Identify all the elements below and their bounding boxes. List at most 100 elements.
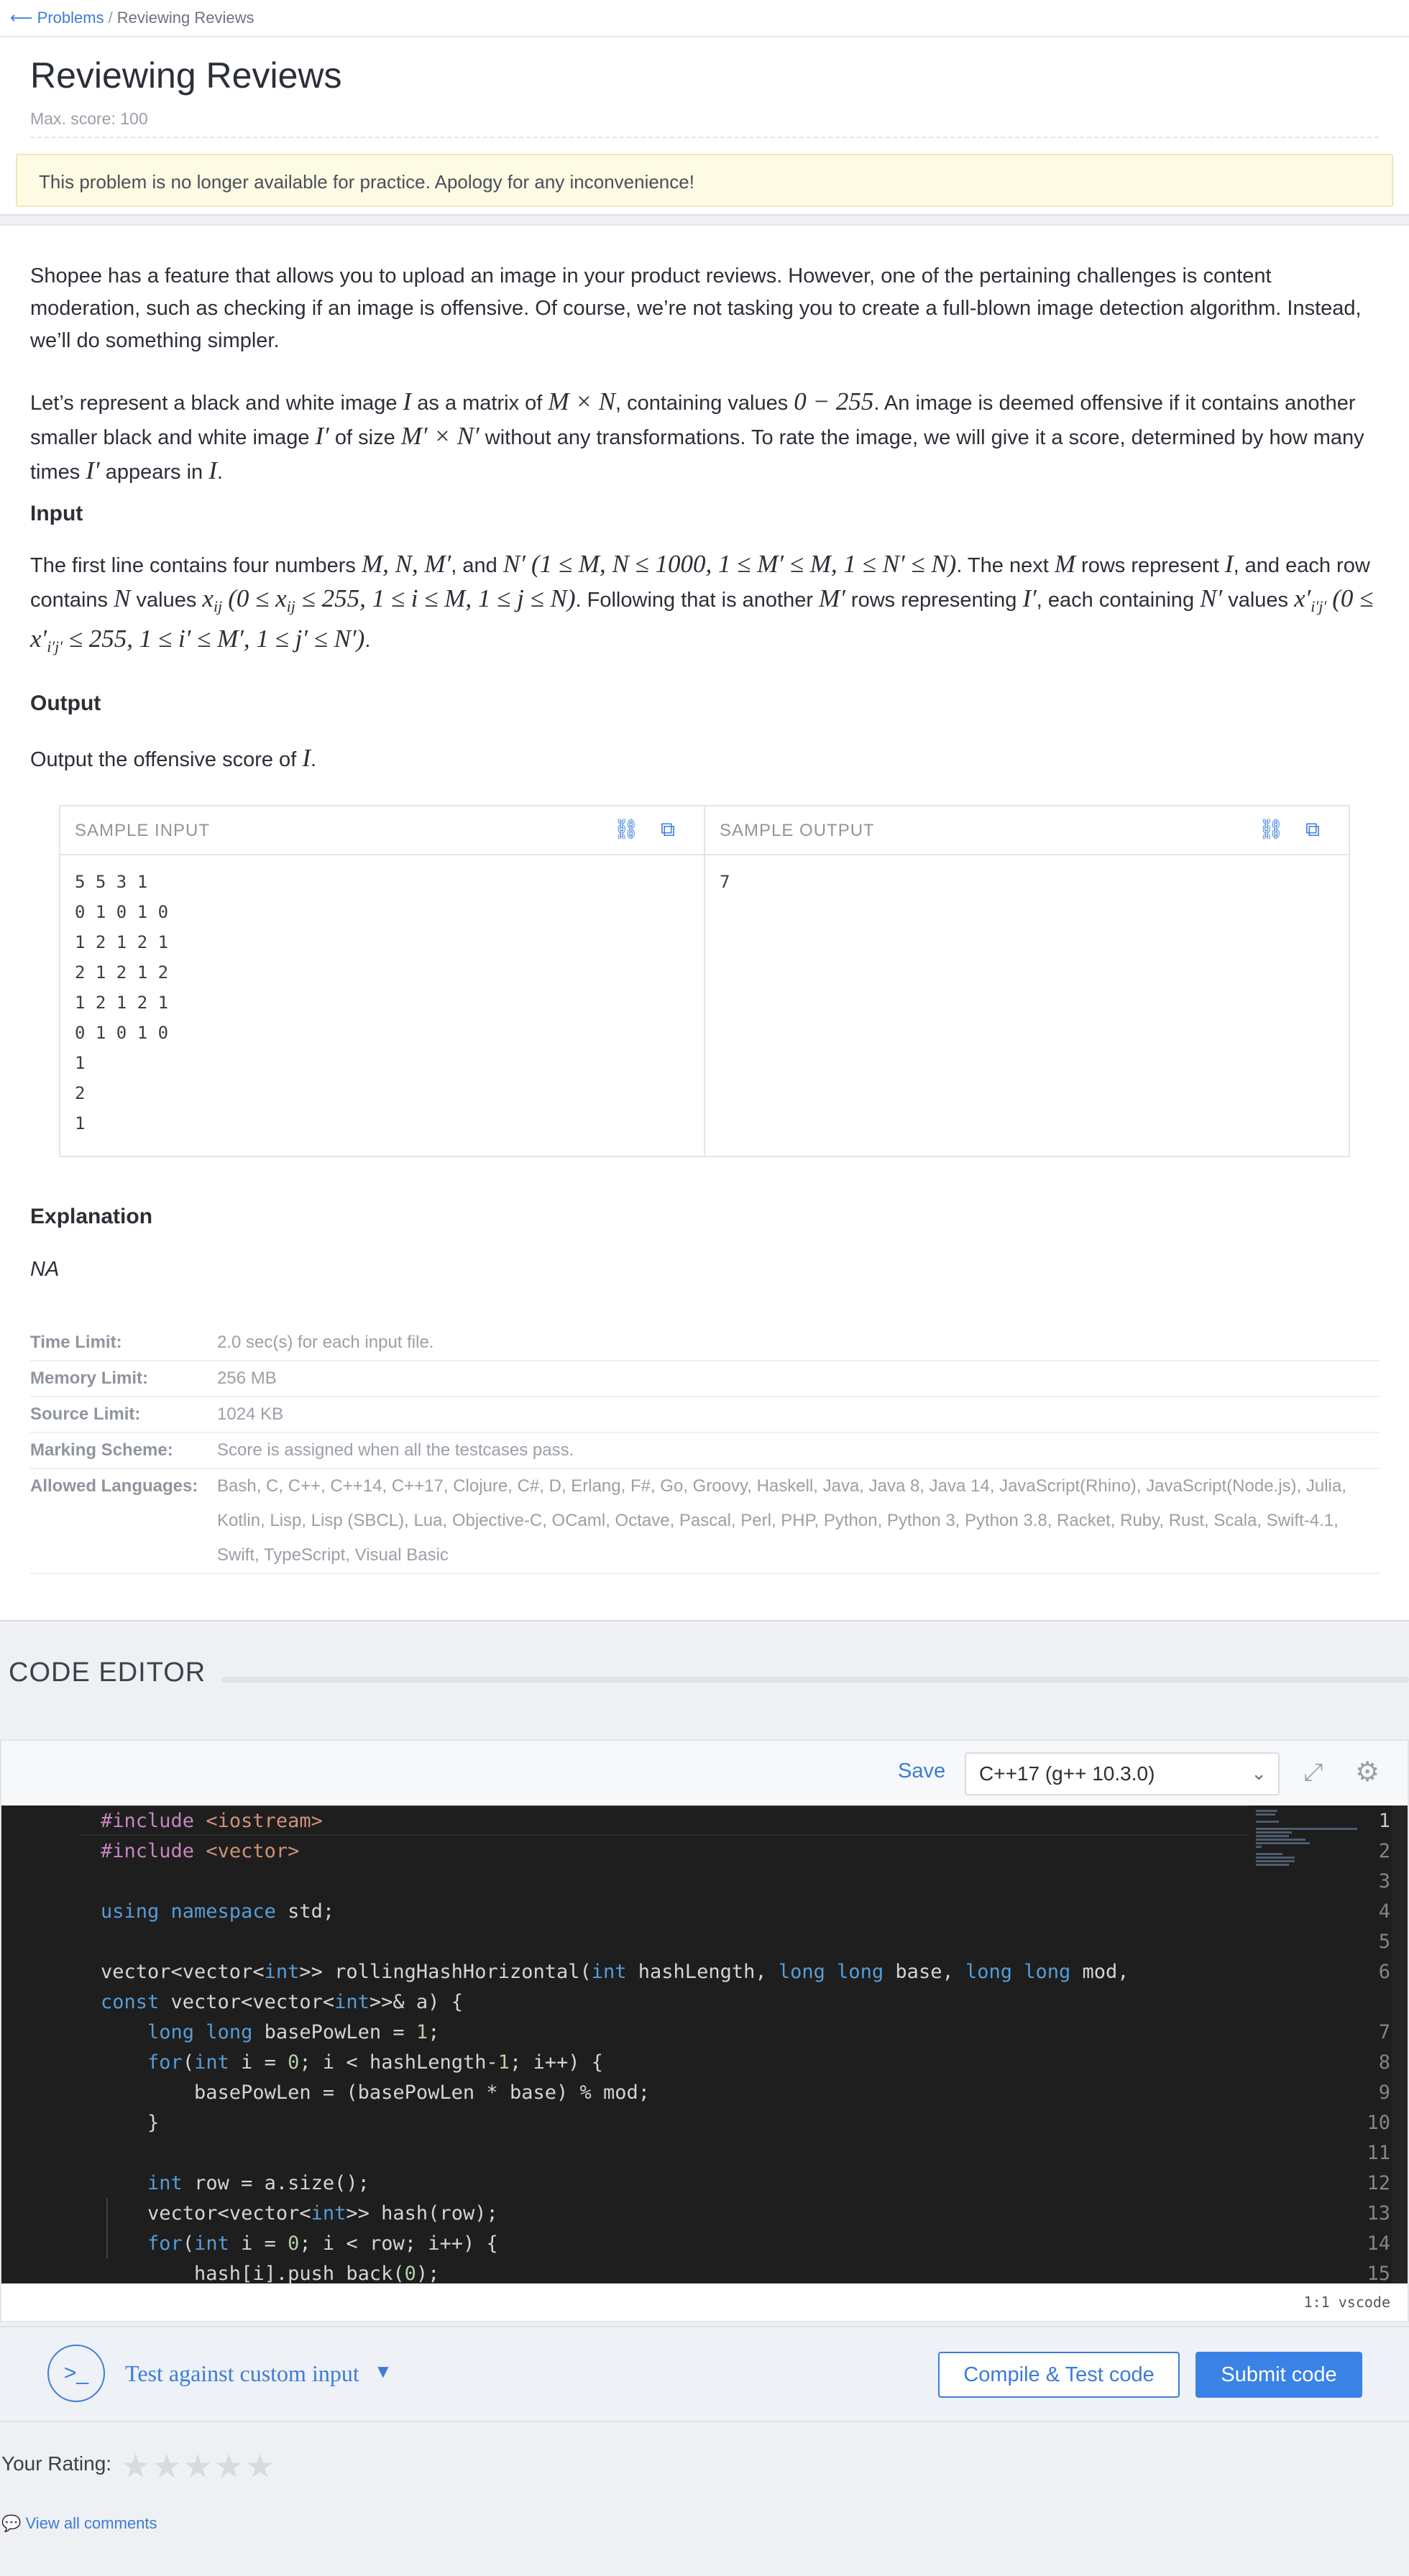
rating-stars[interactable]: ★★★★★	[121, 2447, 276, 2485]
line-number: 12	[1367, 2172, 1390, 2194]
code-line: long long basePowLen = 1;	[147, 2021, 440, 2043]
compile-test-button[interactable]: Compile & Test code	[938, 2352, 1180, 2398]
line-number: 1	[1378, 1810, 1390, 1832]
breadcrumb-current: Reviewing Reviews	[116, 9, 254, 27]
problem-statement: Shopee has a feature that allows you to …	[0, 224, 1409, 1622]
action-bar: >_ Test against custom input ▼ Compile &…	[0, 2326, 1409, 2422]
limit-row: Allowed Languages: Bash, C, C++, C++14, C…	[30, 1469, 1380, 1574]
code-line: for(int i = 0; i < hashLength-1; i++) {	[147, 2051, 604, 2074]
limit-row: Marking Scheme: Score is assigned when al…	[30, 1433, 1380, 1469]
unavailable-notice: This problem is no longer available for …	[16, 154, 1393, 207]
line-number: 5	[1378, 1931, 1390, 1953]
line-number: 13	[1367, 2202, 1390, 2225]
minimap-line	[1256, 1839, 1305, 1841]
line-number: 8	[1378, 2051, 1390, 2074]
code-line: hash[i].push_back(0);	[101, 2263, 440, 2283]
code-line: int row = a.size();	[147, 2172, 370, 2194]
submit-button[interactable]: Submit code	[1195, 2352, 1362, 2398]
back-arrow-icon: ⟵	[10, 9, 33, 27]
statement-paragraph-1: Shopee has a feature that allows you to …	[30, 264, 1362, 352]
line-number: 6	[1378, 1961, 1390, 1983]
code-line: using namespace std;	[101, 1900, 335, 1923]
line-number: 10	[1367, 2112, 1390, 2134]
code-line: }	[101, 2112, 160, 2134]
code-line: #include <iostream>	[101, 1810, 323, 1832]
samples-panel: SAMPLE INPUT ⛓ ⧉ 5 5 3 1 0 1 0 1 0 1 2 1…	[59, 805, 1350, 1157]
sample-output-header: SAMPLE OUTPUT ⛓ ⧉	[705, 806, 1349, 855]
line-number: 7	[1378, 2021, 1390, 2043]
minimap-line	[1256, 1842, 1311, 1844]
minimap-line	[1256, 1821, 1279, 1823]
sample-input-body: 5 5 3 1 0 1 0 1 0 1 2 1 2 1 2 1 2 1 2 1 …	[75, 872, 169, 1133]
view-comments-label: View all comments	[25, 2514, 157, 2532]
code-line: vector<vector<int>> hash(row);	[101, 2202, 498, 2225]
explanation-text: NA	[30, 1258, 60, 1281]
code-line: for(int i = 0; i < row; i++) {	[147, 2232, 498, 2255]
view-comments-link[interactable]: 💬 View all comments	[1, 2514, 157, 2533]
breadcrumb-problems-label: Problems	[37, 9, 104, 27]
line-number: 3	[1378, 1870, 1390, 1892]
divider	[0, 36, 1409, 37]
line-number: 11	[1367, 2142, 1390, 2164]
breadcrumb: ⟵ Problems / Reviewing Reviews	[10, 9, 254, 27]
sample-input-title: SAMPLE INPUT	[75, 821, 211, 840]
sample-input-header: SAMPLE INPUT ⛓ ⧉	[60, 806, 704, 855]
divider	[221, 1677, 1409, 1683]
copy-icon[interactable]: ⧉	[655, 816, 681, 842]
sample-output-body: 7	[720, 872, 730, 892]
breadcrumb-separator: /	[108, 9, 113, 27]
editor-toolbar: Save C++17 (g++ 10.3.0) ⌄ ⤢ ⚙	[1, 1741, 1408, 1806]
breadcrumb-problems-link[interactable]: ⟵ Problems	[10, 9, 104, 27]
custom-input-toggle[interactable]: Test against custom input	[125, 2360, 359, 2387]
limit-row: Memory Limit: 256 MB	[30, 1361, 1380, 1397]
minimap-line	[1256, 1864, 1290, 1866]
minimap-line	[1256, 1831, 1292, 1834]
limit-row: Time Limit: 2.0 sec(s) for each input fil…	[30, 1325, 1380, 1361]
max-score: Max. score: 100	[30, 109, 148, 128]
divider	[30, 137, 1379, 138]
output-heading: Output	[30, 691, 101, 715]
sample-output: SAMPLE OUTPUT ⛓ ⧉ 7	[704, 806, 1349, 1156]
sample-output-title: SAMPLE OUTPUT	[720, 821, 875, 840]
line-number: 2	[1378, 1840, 1390, 1862]
copy-icon[interactable]: ⧉	[1300, 816, 1326, 842]
chevron-down-icon: ⌄	[1251, 1762, 1267, 1784]
expand-icon[interactable]: ⤢	[1299, 1758, 1328, 1787]
code-line: basePowLen = (basePowLen * base) % mod;	[101, 2082, 651, 2104]
code-area[interactable]: 1 #include <iostream> 2 #include <vector> 3 4…	[1, 1806, 1408, 2283]
input-description: The first line contains four numbers M, …	[30, 550, 1374, 656]
minimap-line	[1256, 1857, 1295, 1859]
minimap-line	[1256, 1860, 1295, 1862]
line-number-gutter	[1, 1806, 81, 2283]
code-line: vector<vector<int>> rollingHashHorizonta…	[101, 1961, 1129, 1983]
minimap-line	[1256, 1835, 1290, 1837]
rating-label: Your Rating:	[1, 2452, 112, 2475]
code-editor: Save C++17 (g++ 10.3.0) ⌄ ⤢ ⚙ 1 #include …	[0, 1739, 1409, 2322]
caret-down-icon[interactable]: ▼	[374, 2360, 393, 2383]
code-line: const vector<vector<int>>& a) {	[101, 1991, 463, 2013]
comment-icon: 💬	[1, 2514, 22, 2532]
minimap-line	[1256, 1810, 1278, 1812]
line-number: 15	[1367, 2263, 1390, 2283]
sample-input: SAMPLE INPUT ⛓ ⧉ 5 5 3 1 0 1 0 1 0 1 2 1…	[60, 806, 704, 1156]
editor-status: 1:1 vscode	[1303, 2294, 1390, 2311]
gear-icon[interactable]: ⚙	[1353, 1758, 1382, 1787]
page-title: Reviewing Reviews	[30, 55, 342, 96]
problem-limits: Time Limit: 2.0 sec(s) for each input fil…	[30, 1325, 1380, 1574]
minimap-line	[1256, 1846, 1262, 1848]
limit-row: Source Limit: 1024 KB	[30, 1397, 1380, 1433]
code-editor-heading: CODE EDITOR	[9, 1657, 206, 1688]
line-number: 9	[1378, 2082, 1390, 2104]
language-select[interactable]: C++17 (g++ 10.3.0) ⌄	[965, 1752, 1280, 1795]
link-icon[interactable]: ⛓	[1258, 816, 1284, 842]
save-button[interactable]: Save	[898, 1760, 945, 1783]
terminal-icon[interactable]: >_	[47, 2345, 105, 2402]
line-number: 14	[1367, 2232, 1390, 2255]
line-number: 4	[1378, 1900, 1390, 1923]
language-select-value: C++17 (g++ 10.3.0)	[979, 1762, 1155, 1785]
editor-scrollbar[interactable]	[1392, 1806, 1408, 2283]
output-description: Output the offensive score of I.	[30, 744, 317, 772]
link-icon[interactable]: ⛓	[613, 816, 639, 842]
minimap-line	[1256, 1813, 1276, 1816]
explanation-heading: Explanation	[30, 1205, 153, 1228]
